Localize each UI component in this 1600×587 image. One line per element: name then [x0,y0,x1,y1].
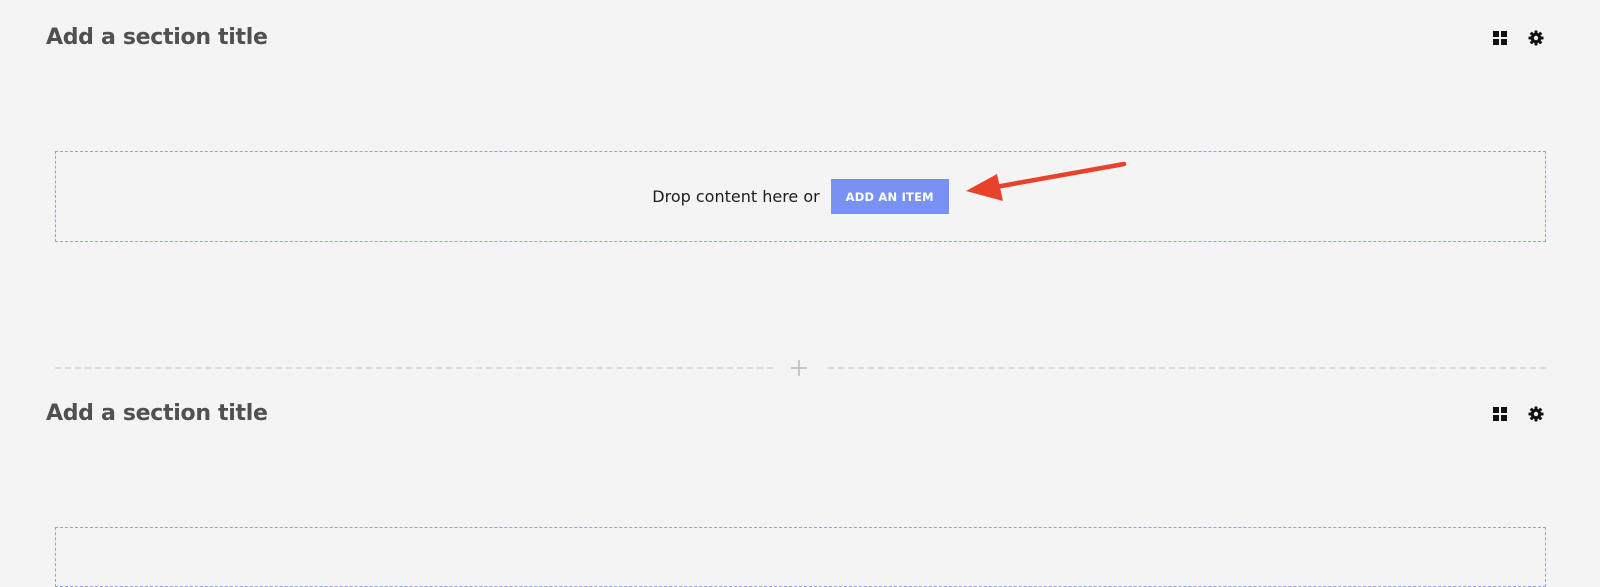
top-add-section-icon[interactable]: + [783,0,803,3]
section-title[interactable]: Add a section title [46,24,268,52]
drop-zone[interactable] [55,527,1546,587]
grid-icon[interactable] [1492,406,1508,422]
grid-icon[interactable] [1492,30,1508,46]
drop-zone-content: Drop content here or ADD AN ITEM [56,179,1545,214]
section-divider-left [55,367,773,369]
section-divider-right [828,367,1546,369]
gear-icon[interactable] [1528,406,1544,422]
section-title[interactable]: Add a section title [46,400,268,428]
drop-content-text: Drop content here or [652,187,820,206]
annotation-arrow-icon [966,161,1127,201]
gear-icon[interactable] [1528,30,1544,46]
add-section-plus-icon[interactable] [789,358,809,378]
drop-zone[interactable]: Drop content here or ADD AN ITEM [55,151,1546,242]
add-an-item-button[interactable]: ADD AN ITEM [830,179,949,214]
